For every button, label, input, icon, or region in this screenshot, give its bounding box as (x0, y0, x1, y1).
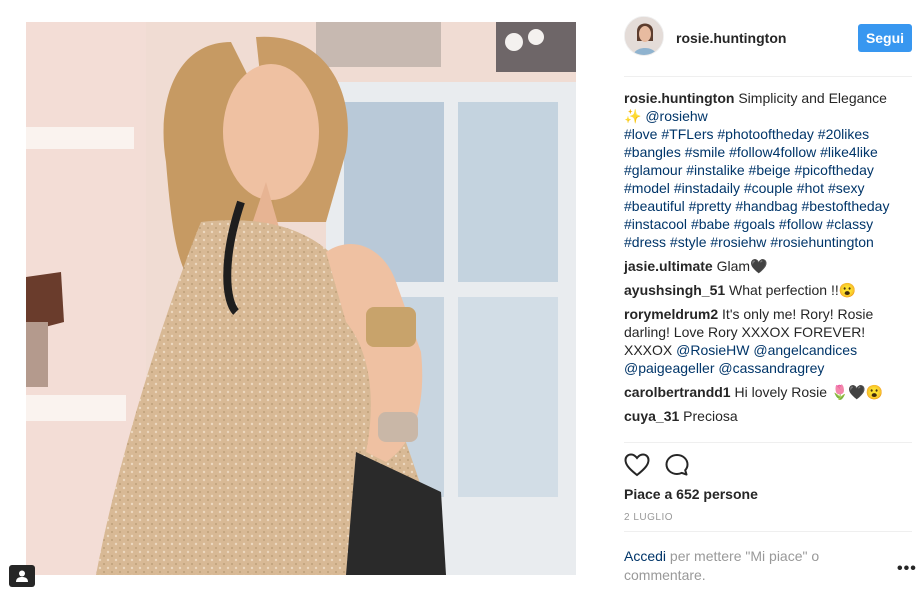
hashtag-link[interactable]: #goals (734, 216, 775, 232)
photo-illustration (26, 22, 576, 575)
like-button[interactable] (624, 453, 650, 482)
hashtag-link[interactable]: #handbag (735, 198, 797, 214)
post-actions (624, 453, 724, 479)
comment-username[interactable]: ayushsingh_51 (624, 282, 725, 298)
hashtag-link[interactable]: #pretty (689, 198, 732, 214)
comment: ayushsingh_51 What perfection !!😮 (624, 281, 912, 299)
comment-emoji: 😮 (838, 282, 857, 298)
hashtag-link[interactable]: #classy (826, 216, 873, 232)
post-sidebar: rosie.huntington Segui rosie.huntington … (624, 0, 916, 596)
hashtag-link[interactable]: #model (624, 180, 670, 196)
caption: rosie.huntington Simplicity and Elegance… (624, 89, 912, 251)
comment-text: What perfection !! (729, 282, 839, 298)
login-link[interactable]: Accedi (624, 548, 666, 564)
header-divider (624, 76, 912, 77)
hashtag-link[interactable]: #style (670, 234, 707, 250)
hashtag-link[interactable]: #sexy (828, 180, 865, 196)
comment-mention[interactable]: @cassandragrey (718, 360, 824, 376)
hashtag-link[interactable]: #follow (779, 216, 823, 232)
hashtag-link[interactable]: #instadaily (674, 180, 740, 196)
likes-count[interactable]: Piace a 652 persone (624, 486, 758, 502)
login-prompt: Accedi per mettere "Mi piace" o commenta… (624, 547, 854, 585)
user-tag-icon (16, 570, 28, 582)
avatar-image (625, 17, 663, 55)
comment-button[interactable] (664, 453, 690, 482)
comment-username[interactable]: jasie.ultimate (624, 258, 713, 274)
comment-username[interactable]: carolbertrandd1 (624, 384, 731, 400)
avatar[interactable] (624, 16, 664, 56)
hashtag-link[interactable]: #babe (691, 216, 730, 232)
caption-mention[interactable]: @rosiehw (645, 108, 707, 124)
comment-mention[interactable]: @paigeageller (624, 360, 715, 376)
caption-username[interactable]: rosie.huntington (624, 90, 734, 106)
hashtag-link[interactable]: #smile (685, 144, 725, 160)
hashtag-link[interactable]: #beautiful (624, 198, 685, 214)
hashtag-link[interactable]: #photooftheday (717, 126, 814, 142)
user-tag-button[interactable] (9, 565, 35, 587)
comment: carolbertrandd1 Hi lovely Rosie 🌷🖤😮 (624, 383, 912, 401)
hashtag-link[interactable]: #TFLers (661, 126, 713, 142)
comment-text: Hi lovely Rosie (734, 384, 828, 400)
comment-mention[interactable]: @angelcandices (753, 342, 857, 358)
login-divider (624, 531, 912, 532)
actions-divider (624, 442, 912, 443)
header-username[interactable]: rosie.huntington (676, 30, 786, 46)
hashtag-link[interactable]: #dress (624, 234, 666, 250)
hashtag-link[interactable]: #rosiehw (710, 234, 766, 250)
sparkle-emoji: ✨ (624, 108, 642, 124)
comment-emoji: 🌷🖤😮 (830, 384, 884, 400)
hashtag-link[interactable]: #follow4follow (729, 144, 816, 160)
post-header: rosie.huntington Segui (624, 16, 912, 60)
hashtag-link[interactable]: #beige (749, 162, 791, 178)
hashtag-link[interactable]: #instalike (686, 162, 744, 178)
caption-hashtags: #love #TFLers #photooftheday #20likes #b… (624, 126, 889, 250)
comment-username[interactable]: cuya_31 (624, 408, 679, 424)
comment-emoji: 🖤 (750, 258, 768, 274)
comment-username[interactable]: rorymeldrum2 (624, 306, 718, 322)
hashtag-link[interactable]: #20likes (818, 126, 869, 142)
comment-text: Preciosa (683, 408, 738, 424)
post-photo[interactable] (26, 22, 576, 575)
post-date: 2 LUGLIO (624, 512, 674, 523)
hashtag-link[interactable]: #hot (797, 180, 824, 196)
comment-icon (665, 454, 689, 476)
hashtag-link[interactable]: #love (624, 126, 657, 142)
comments-list: rosie.huntington Simplicity and Elegance… (624, 89, 912, 431)
comment-mention[interactable]: @RosieHW (676, 342, 749, 358)
comment: rorymeldrum2 It's only me! Rory! Rosie d… (624, 305, 912, 377)
hashtag-link[interactable]: #instacool (624, 216, 687, 232)
hashtag-link[interactable]: #bestoftheday (802, 198, 890, 214)
hashtag-link[interactable]: #like4like (820, 144, 878, 160)
caption-text: Simplicity and Elegance (738, 90, 887, 106)
hashtag-link[interactable]: #rosiehuntington (770, 234, 874, 250)
more-options-button[interactable]: ••• (897, 560, 917, 578)
hashtag-link[interactable]: #couple (744, 180, 793, 196)
heart-icon (624, 453, 650, 477)
hashtag-link[interactable]: #bangles (624, 144, 681, 160)
hashtag-link[interactable]: #picoftheday (794, 162, 873, 178)
follow-button[interactable]: Segui (858, 24, 912, 52)
hashtag-link[interactable]: #glamour (624, 162, 682, 178)
comment: cuya_31 Preciosa (624, 407, 912, 425)
comment-text: Glam (716, 258, 751, 274)
comment: jasie.ultimate Glam🖤 (624, 257, 912, 275)
